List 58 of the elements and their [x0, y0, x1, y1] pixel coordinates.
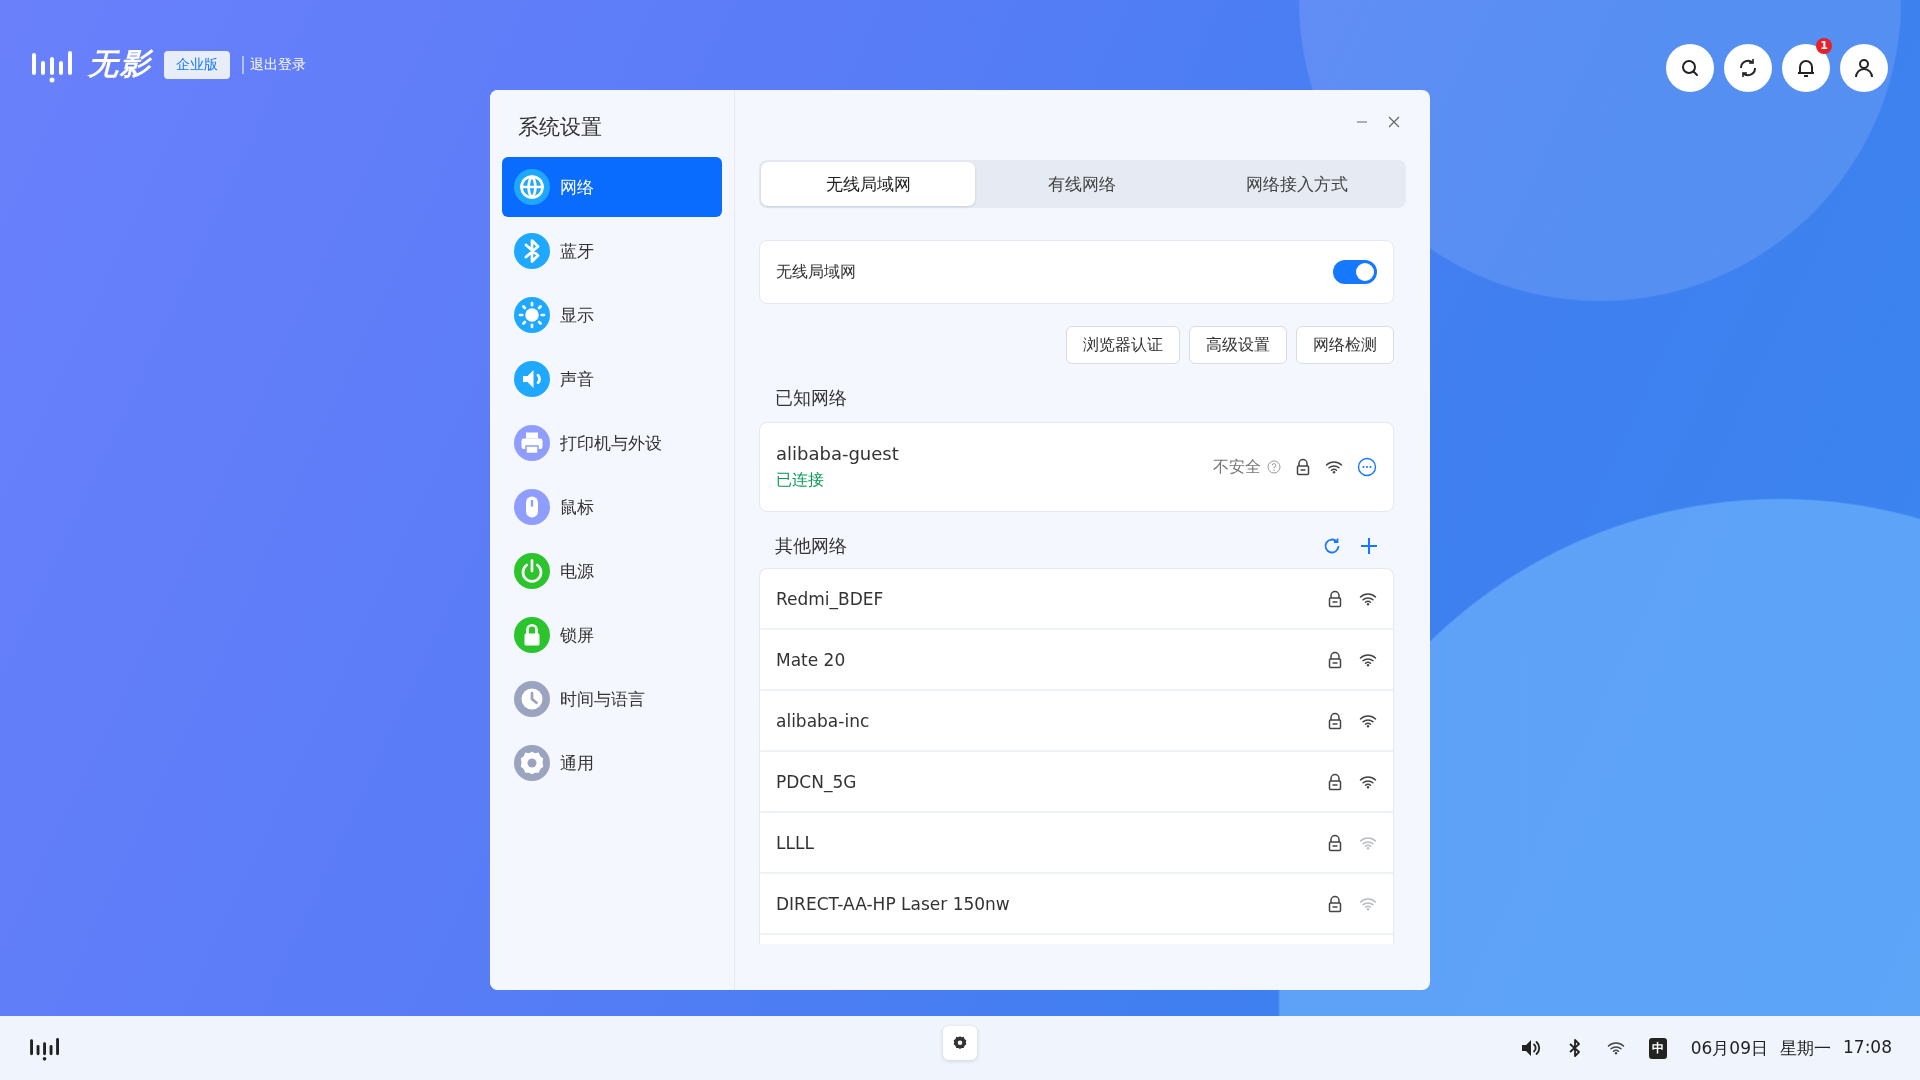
close-icon: [1388, 116, 1400, 128]
lock-icon: [1327, 894, 1343, 913]
network-row[interactable]: LLLL: [760, 813, 1393, 874]
tab[interactable]: 有线网络: [975, 162, 1190, 206]
connection-status: 已连接: [776, 470, 825, 491]
network-row[interactable]: alibaba-inc: [760, 691, 1393, 752]
network-name: alibaba-guest: [776, 443, 899, 464]
search-button[interactable]: [1666, 44, 1714, 92]
logo-text: 无影: [88, 45, 152, 83]
sidebar-item[interactable]: 网络: [502, 157, 722, 217]
settings-taskbar-button[interactable]: [943, 1026, 977, 1060]
network-row[interactable]: Redmi_BDEF: [760, 569, 1393, 630]
sidebar-item[interactable]: 时间与语言: [502, 669, 722, 729]
settings-icon: [951, 1034, 969, 1052]
lock-icon: [1327, 589, 1343, 608]
section-heading: 其他网络: [775, 534, 847, 558]
network-row[interactable]: PDCN_5G: [760, 752, 1393, 813]
weekday-text: 星期一: [1780, 1036, 1831, 1060]
network-row[interactable]: DIRECT-AA-HP Laser 150nw: [760, 874, 1393, 935]
logout-link[interactable]: 退出登录: [242, 55, 306, 74]
lock-icon: [1327, 772, 1343, 791]
lock-icon: [1327, 833, 1343, 852]
user-icon: [1852, 56, 1876, 80]
action-button[interactable]: 网络检测: [1296, 326, 1394, 364]
sidebar-item[interactable]: 打印机与外设: [502, 413, 722, 473]
section-heading: 已知网络: [774, 386, 848, 410]
sidebar-item[interactable]: 蓝牙: [502, 221, 722, 281]
network-card[interactable]: alibaba-guest 已连接 不安全: [759, 422, 1394, 512]
more-icon[interactable]: [1357, 457, 1377, 477]
action-button[interactable]: 高级设置: [1189, 326, 1287, 364]
security-label: 不安全: [1213, 456, 1261, 478]
toggle-switch[interactable]: [1333, 260, 1377, 284]
sidebar-item[interactable]: 声音: [502, 349, 722, 409]
add-icon[interactable]: [1360, 537, 1378, 555]
sidebar-item[interactable]: 锁屏: [502, 605, 722, 665]
tab[interactable]: 网络接入方式: [1189, 162, 1404, 206]
edition-badge: 企业版: [164, 50, 230, 79]
time-text: 17:08: [1843, 1036, 1892, 1059]
sidebar-item[interactable]: 显示: [502, 285, 722, 345]
refresh-icon[interactable]: [1322, 536, 1342, 556]
sidebar-item[interactable]: 电源: [502, 541, 722, 601]
lock-icon: [1327, 711, 1343, 730]
action-button[interactable]: 浏览器认证: [1066, 326, 1180, 364]
account-button[interactable]: [1840, 44, 1888, 92]
notification-count: 1: [1816, 38, 1832, 54]
sidebar-item[interactable]: 鼠标: [502, 477, 722, 537]
lock-icon: [1295, 458, 1311, 476]
refresh-button[interactable]: [1724, 44, 1772, 92]
tab[interactable]: 无线局域网: [761, 162, 976, 206]
date-text: 06月09日: [1690, 1036, 1768, 1060]
wifi-icon: [1325, 460, 1343, 474]
toggle-label: 无线局域网: [776, 261, 856, 283]
wifi-icon: [1606, 1041, 1625, 1055]
input-method-indicator[interactable]: 中: [1648, 1037, 1667, 1059]
network-row[interactable]: Mate 20: [760, 630, 1393, 691]
lock-icon: [1327, 650, 1343, 669]
window-title: 系统设置: [517, 114, 603, 141]
sidebar-item[interactable]: 通用: [502, 733, 722, 793]
